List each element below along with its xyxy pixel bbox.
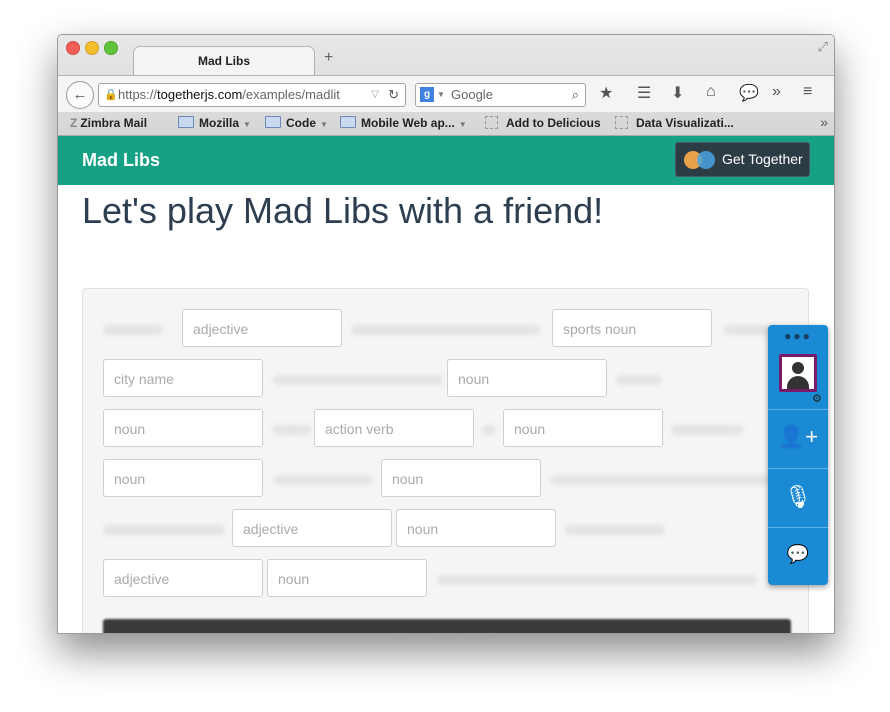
menu-icon[interactable]: ≡ bbox=[803, 83, 812, 101]
noun-field[interactable]: noun bbox=[396, 509, 556, 547]
page-icon bbox=[485, 116, 498, 129]
reveal-button[interactable]: Reveal Mad Lib bbox=[103, 619, 791, 633]
add-participant-icon[interactable]: 👤+ bbox=[768, 424, 828, 450]
story-text bbox=[551, 475, 781, 485]
search-icon[interactable]: ⌕ bbox=[572, 84, 579, 106]
togetherjs-dock: ●●● ⚙ 👤+ 🎙 💬 bbox=[768, 325, 828, 585]
search-placeholder: Google bbox=[451, 87, 493, 102]
story-text bbox=[482, 425, 496, 435]
nav-toolbar: ← 🔒 https://togetherjs.com/examples/madl… bbox=[58, 75, 834, 112]
star-icon[interactable]: ★ bbox=[599, 83, 613, 103]
dock-divider bbox=[768, 409, 828, 410]
microphone-icon[interactable]: 🎙 bbox=[768, 484, 828, 510]
story-text bbox=[273, 375, 443, 385]
folder-icon bbox=[178, 116, 194, 128]
adjective-field[interactable]: adjective bbox=[182, 309, 342, 347]
chevron-down-icon: ▼ bbox=[320, 120, 328, 129]
tab-mad-libs[interactable]: Mad Libs bbox=[133, 46, 315, 75]
story-text bbox=[616, 375, 662, 385]
story-text bbox=[273, 425, 311, 435]
url-text: https://togetherjs.com/examples/madlit bbox=[118, 87, 340, 102]
bookmark-data-visualization[interactable]: Data Visualizati... bbox=[615, 116, 734, 130]
home-icon[interactable]: ⌂ bbox=[706, 83, 716, 101]
bookmark-code[interactable]: Code ▼ bbox=[265, 116, 328, 130]
search-input[interactable]: g ▼ Google ⌕ bbox=[415, 83, 586, 107]
get-together-button[interactable]: Get Together bbox=[675, 142, 810, 177]
page-icon bbox=[615, 116, 628, 129]
story-text bbox=[723, 325, 773, 335]
browser-window: ⤢ Mad Libs + ← 🔒 https://togetherjs.com/… bbox=[57, 34, 835, 634]
avatar[interactable] bbox=[779, 354, 817, 392]
get-together-label: Get Together bbox=[722, 151, 803, 167]
chat-bubble-icon[interactable]: 💬 bbox=[768, 544, 828, 565]
app-navbar: Mad Libs Get Together bbox=[58, 136, 834, 185]
folder-icon bbox=[340, 116, 356, 128]
sports-noun-field[interactable]: sports noun bbox=[552, 309, 712, 347]
list-icon[interactable]: ☰ bbox=[637, 83, 651, 103]
noun-field[interactable]: noun bbox=[503, 409, 663, 447]
back-arrow-icon[interactable]: ← bbox=[66, 81, 94, 109]
noun-field[interactable]: noun bbox=[267, 559, 427, 597]
togetherjs-logo-icon bbox=[684, 151, 718, 169]
story-text bbox=[351, 325, 541, 335]
bookmark-mobile-web[interactable]: Mobile Web ap... ▼ bbox=[340, 116, 467, 130]
chevron-down-icon: ▼ bbox=[243, 120, 251, 129]
overflow-icon[interactable]: » bbox=[820, 114, 828, 130]
search-engine-icon[interactable]: g bbox=[420, 87, 434, 102]
download-icon[interactable]: ⬇ bbox=[671, 83, 684, 103]
close-window-button[interactable] bbox=[66, 41, 80, 55]
page-title: Let's play Mad Libs with a friend! bbox=[82, 190, 604, 231]
reload-icon[interactable]: ↻ bbox=[388, 84, 399, 106]
minimize-window-button[interactable] bbox=[85, 41, 99, 55]
new-tab-button[interactable]: + bbox=[324, 49, 333, 67]
noun-field[interactable]: noun bbox=[103, 459, 263, 497]
overflow-icon[interactable]: » bbox=[772, 83, 781, 101]
chat-icon[interactable]: 💬 bbox=[739, 83, 759, 103]
adjective-field[interactable]: adjective bbox=[103, 559, 263, 597]
story-text bbox=[273, 475, 373, 485]
action-verb-field[interactable]: action verb bbox=[314, 409, 474, 447]
noun-field[interactable]: noun bbox=[381, 459, 541, 497]
bookmark-zimbra[interactable]: Z Zimbra Mail bbox=[70, 116, 147, 130]
story-text bbox=[437, 575, 757, 585]
story-text bbox=[103, 525, 225, 535]
bookmark-add-to-delicious[interactable]: Add to Delicious bbox=[485, 116, 601, 130]
dock-divider bbox=[768, 527, 828, 528]
lock-icon: 🔒 bbox=[104, 89, 118, 101]
url-dropdown-icon[interactable]: ▽ bbox=[371, 84, 379, 106]
zimbra-icon: Z bbox=[70, 116, 78, 130]
city-name-field[interactable]: city name bbox=[103, 359, 263, 397]
bookmark-mozilla[interactable]: Mozilla ▼ bbox=[178, 116, 251, 130]
bookmarks-bar: Z Zimbra Mail Mozilla ▼ Code ▼ Mobile Web a… bbox=[58, 112, 834, 135]
noun-field[interactable]: noun bbox=[103, 409, 263, 447]
dock-divider bbox=[768, 468, 828, 469]
browser-chrome: ⤢ Mad Libs + ← 🔒 https://togetherjs.com/… bbox=[58, 35, 834, 136]
fullscreen-icon[interactable]: ⤢ bbox=[818, 39, 828, 55]
story-text bbox=[565, 525, 665, 535]
folder-icon bbox=[265, 116, 281, 128]
page-content: Mad Libs Get Together Let's play Mad Lib… bbox=[58, 136, 834, 633]
story-text bbox=[103, 325, 163, 335]
adjective-field[interactable]: adjective bbox=[232, 509, 392, 547]
madlib-form: adjective sports noun city name noun nou… bbox=[82, 288, 809, 633]
brand-title[interactable]: Mad Libs bbox=[82, 150, 160, 171]
noun-field[interactable]: noun bbox=[447, 359, 607, 397]
story-text bbox=[671, 425, 743, 435]
gear-icon[interactable]: ⚙ bbox=[812, 392, 822, 405]
dock-drag-handle[interactable]: ●●● bbox=[768, 329, 828, 343]
url-bar[interactable]: 🔒 https://togetherjs.com/examples/madlit… bbox=[98, 83, 406, 107]
zoom-window-button[interactable] bbox=[104, 41, 118, 55]
chevron-down-icon: ▼ bbox=[458, 120, 467, 129]
search-engine-dropdown-icon[interactable]: ▼ bbox=[437, 84, 445, 106]
